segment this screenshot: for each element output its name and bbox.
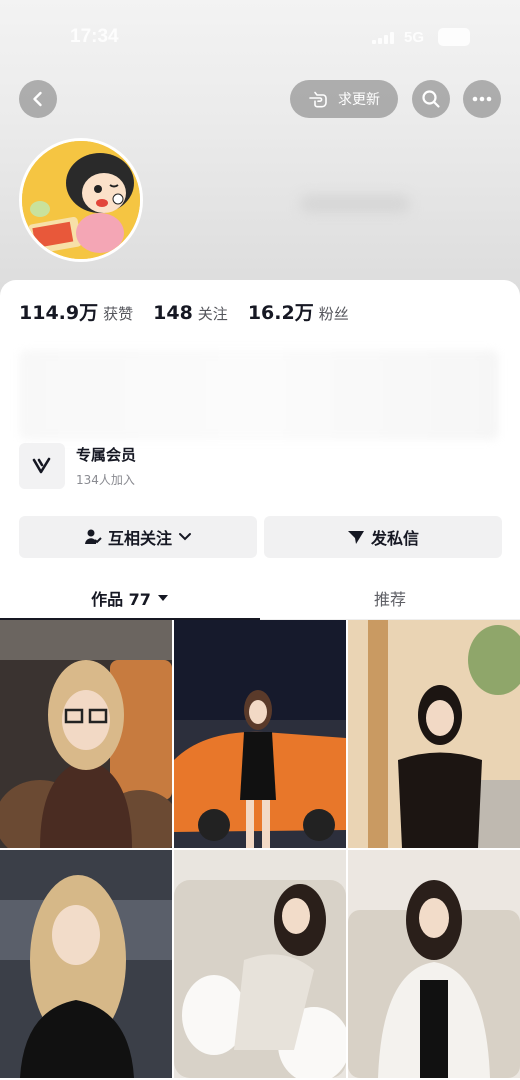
request-update-button[interactable]: 求更新 — [290, 80, 398, 118]
member-title: 专属会员 — [76, 446, 137, 464]
more-button[interactable] — [463, 80, 501, 118]
following-label: 关注 — [197, 305, 228, 323]
tab-works-label: 作品 77 — [91, 590, 151, 609]
video-thumbnail[interactable] — [348, 850, 520, 1078]
video-thumbnail-image — [348, 850, 520, 1078]
video-thumbnail[interactable] — [174, 620, 346, 848]
bio-area — [19, 350, 499, 440]
following-count: 148 — [153, 302, 193, 324]
video-thumbnail-image — [174, 620, 346, 848]
signal-icon — [372, 32, 396, 44]
caret-down-icon — [157, 595, 168, 601]
tab-recommend-label: 推荐 — [373, 590, 406, 609]
tab-recommend[interactable]: 推荐 — [260, 576, 520, 620]
stat-fans[interactable]: 16.2万 粉丝 — [248, 298, 349, 325]
banner-blur — [300, 195, 410, 213]
request-update-label: 求更新 — [338, 92, 380, 108]
fans-count: 16.2万 — [247, 302, 314, 324]
avatar[interactable] — [19, 138, 143, 262]
stat-likes[interactable]: 114.9万 获赞 — [19, 298, 133, 325]
pointing-hand-icon — [309, 91, 327, 108]
video-thumbnail-image — [348, 620, 520, 848]
status-time: 17:34 — [70, 26, 119, 47]
likes-label: 获赞 — [103, 305, 134, 323]
video-thumbnail[interactable] — [174, 850, 346, 1078]
video-thumbnail-image — [174, 850, 346, 1078]
video-thumbnail-image — [0, 620, 172, 848]
mutual-follow-label: 互相关注 — [107, 529, 172, 548]
tab-works[interactable]: 作品 77 — [0, 576, 260, 620]
video-thumbnail[interactable] — [0, 850, 172, 1078]
chevron-left-icon — [33, 91, 42, 107]
send-message-button[interactable]: 发私信 — [264, 516, 502, 558]
stat-following[interactable]: 148 关注 — [153, 302, 228, 324]
battery-icon — [438, 28, 470, 46]
member-entry[interactable]: 专属会员 134人加入 — [19, 443, 136, 489]
user-check-icon — [84, 529, 102, 544]
search-icon — [422, 90, 440, 108]
video-thumbnail[interactable] — [0, 620, 172, 848]
profile-card: 114.9万 获赞 148 关注 16.2万 粉丝 专属会员 134人加入 互相… — [0, 280, 520, 1080]
video-thumbnail-image — [0, 850, 172, 1078]
network-label: 5G — [404, 29, 425, 46]
video-thumbnail[interactable] — [348, 620, 520, 848]
search-button[interactable] — [412, 80, 450, 118]
back-button[interactable] — [19, 80, 57, 118]
stats-row: 114.9万 获赞 148 关注 16.2万 粉丝 — [19, 298, 369, 325]
member-v-icon — [19, 443, 65, 489]
video-grid — [0, 620, 520, 1078]
send-message-label: 发私信 — [370, 529, 419, 548]
mutual-follow-button[interactable]: 互相关注 — [19, 516, 257, 558]
chevron-down-icon — [179, 533, 191, 541]
send-arrow-icon — [347, 531, 364, 544]
likes-count: 114.9万 — [19, 302, 99, 324]
status-bar: 17:34 5G — [0, 22, 520, 52]
fans-label: 粉丝 — [318, 305, 349, 323]
avatar-cartoon-image — [22, 141, 140, 259]
content-tabs: 作品 77 推荐 — [0, 576, 520, 620]
more-dots-icon — [472, 96, 492, 102]
member-subtitle: 134人加入 — [76, 473, 135, 487]
